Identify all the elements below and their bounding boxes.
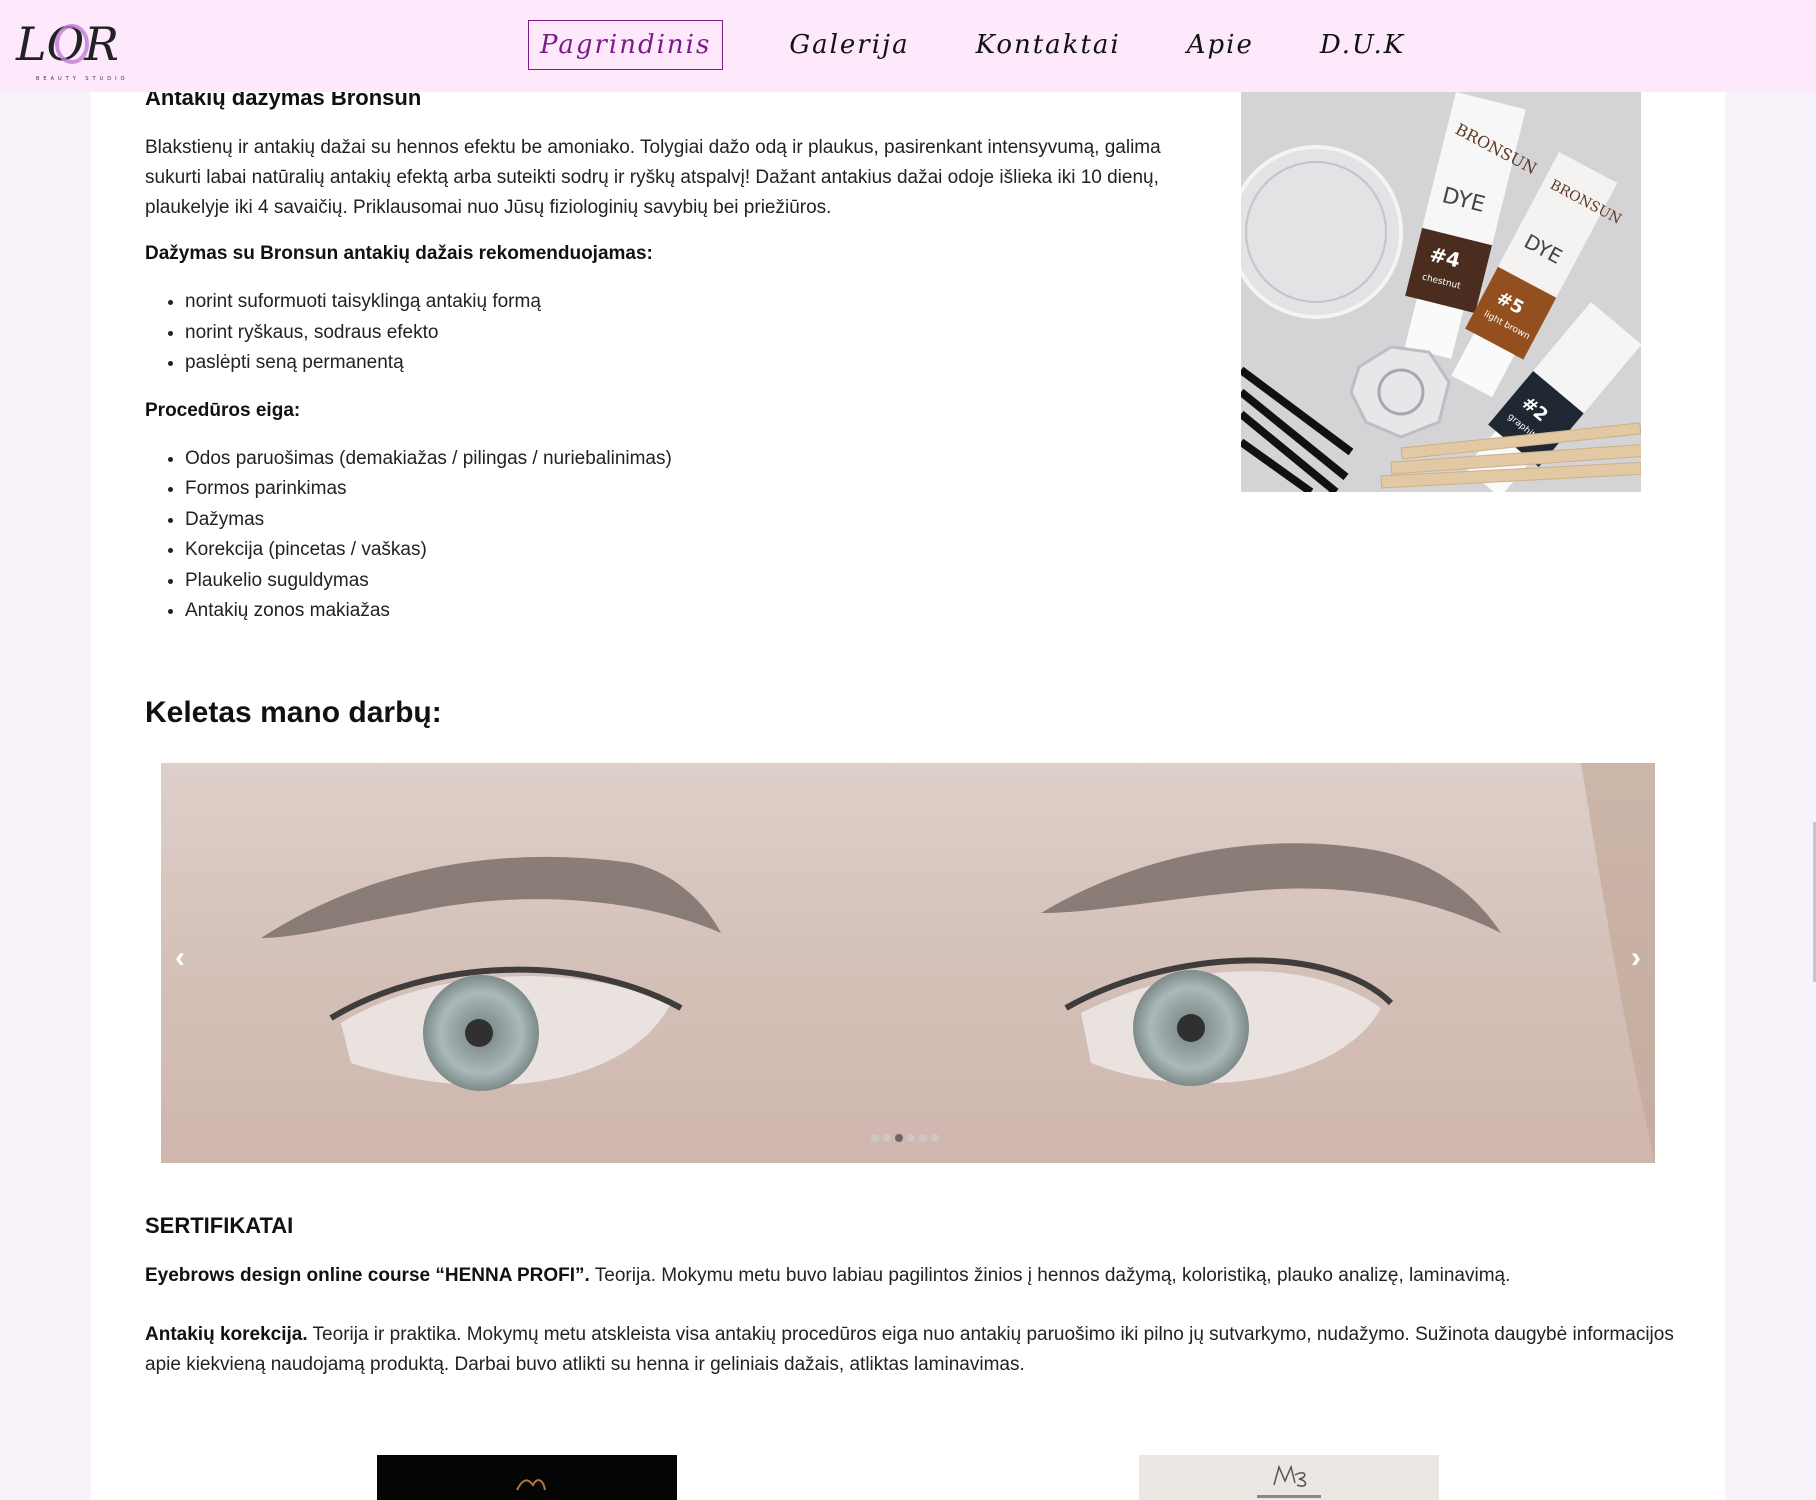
main-menu: Pagrindinis Galerija Kontaktai Apie D.U.… [528, 20, 1461, 70]
list-item: paslėpti seną permanentą [185, 348, 1195, 379]
carousel-dot[interactable] [907, 1134, 915, 1142]
list-item: Plaukelio suguldymas [185, 566, 1195, 597]
procedure-list: Odos paruošimas (demakiažas / pilingas /… [145, 444, 1195, 627]
top-navbar: LOR BEAUTY STUDIO Pagrindinis Galerija K… [0, 0, 1816, 92]
nav-item-apie[interactable]: Apie [1177, 20, 1264, 70]
carousel-dot[interactable] [931, 1134, 939, 1142]
carousel-indicators [871, 1134, 939, 1142]
svg-text:BEAUTY STUDIO: BEAUTY STUDIO [36, 76, 129, 82]
certificates-title: SERTIFIKATAI [145, 1213, 294, 1238]
list-item: norint ryškaus, sodraus efekto [185, 318, 1195, 349]
section-description: Blakstienų ir antakių dažai su hennos ef… [145, 137, 1161, 218]
works-carousel: ‹ › [161, 763, 1655, 1163]
carousel-next-button[interactable]: › [1631, 943, 1641, 973]
nav-item-kontaktai[interactable]: Kontaktai [966, 20, 1131, 70]
logo-image: LOR BEAUTY STUDIO [15, 17, 129, 82]
works-title: Keletas mano darbų: [145, 696, 442, 729]
certificate-image[interactable] [1139, 1455, 1439, 1500]
carousel-dot[interactable] [919, 1134, 927, 1142]
certificates-section: SERTIFIKATAI Eyebrows design online cour… [145, 1213, 1675, 1409]
carousel-dot[interactable] [871, 1134, 879, 1142]
list-item: Odos paruošimas (demakiažas / pilingas /… [185, 444, 1195, 475]
bronsun-product-photo: BRONSUN DYE #4 chestnut BRONSUN DYE #5 l… [1241, 92, 1641, 492]
nav-item-galerija[interactable]: Galerija [779, 20, 919, 70]
certificate-signature-image [1257, 1464, 1321, 1498]
carousel-dot[interactable] [883, 1134, 891, 1142]
list-item: Formos parinkimas [185, 474, 1195, 505]
recommended-heading: Dažymas su Bronsun antakių dažais rekome… [145, 243, 653, 264]
certificate-text: Teorija. Mokymu metu buvo labiau pagilin… [589, 1265, 1511, 1286]
list-item: Antakių zonos makiažas [185, 596, 1195, 627]
brand-logo[interactable]: LOR BEAUTY STUDIO [14, 16, 142, 82]
nav-item-duk[interactable]: D.U.K [1310, 20, 1415, 70]
nav-item-pagrindinis[interactable]: Pagrindinis [528, 20, 724, 70]
list-item: Dažymas [185, 505, 1195, 536]
recommended-list: norint suformuoti taisyklingą antakių fo… [145, 287, 1195, 379]
list-item: norint suformuoti taisyklingą antakių fo… [185, 287, 1195, 318]
carousel-dot-active[interactable] [895, 1134, 903, 1142]
carousel-prev-button[interactable]: ‹ [175, 943, 185, 973]
certificate-name: Antakių korekcija. [145, 1324, 308, 1345]
certificate-item: Antakių korekcija. Teorija ir praktika. … [145, 1320, 1675, 1380]
carousel-slide-image [161, 763, 1655, 1163]
certificate-item: Eyebrows design online course “HENNA PRO… [145, 1261, 1675, 1291]
list-item: Korekcija (pincetas / vaškas) [185, 535, 1195, 566]
bronsun-section: Antakių dažymas Bronsun Blakstienų ir an… [145, 84, 1195, 627]
certificate-text: Teorija ir praktika. Mokymų metu atsklei… [145, 1324, 1674, 1375]
certificate-name: Eyebrows design online course “HENNA PRO… [145, 1265, 590, 1286]
certificate-image[interactable] [377, 1455, 677, 1500]
procedure-heading: Procedūros eiga: [145, 399, 301, 421]
certificate-logo-image [516, 1479, 546, 1491]
